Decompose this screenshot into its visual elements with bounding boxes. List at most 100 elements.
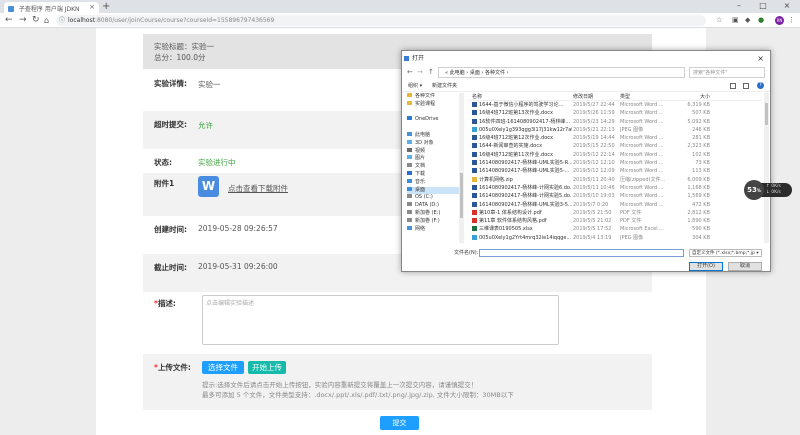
dialog-search-input[interactable]: 搜索"各种文件" xyxy=(689,67,765,78)
file-row[interactable]: 16级4班712班第13次作业.docx 2019/5/26 11:59 Micro… xyxy=(468,109,762,117)
file-list-scrollbar[interactable] xyxy=(764,93,769,243)
column-name[interactable]: 名称 xyxy=(472,93,572,101)
extension-icon[interactable]: ▣ xyxy=(732,16,739,25)
select-file-button[interactable]: 选择文件 xyxy=(202,361,244,374)
file-row[interactable]: 1614080902417-杨林峰-计网实验6.do... 2019/5/11 1… xyxy=(468,184,762,192)
nav-item[interactable]: 3D 对象 xyxy=(407,139,463,148)
open-button[interactable]: 打开(O) xyxy=(689,262,723,271)
nav-item[interactable]: 桌面 xyxy=(407,186,463,195)
file-row[interactable]: 1644-新闻审查的实施.docx 2019/5/15 22:50 Microsof… xyxy=(468,142,762,150)
submit-button[interactable]: 提交 xyxy=(380,416,419,430)
file-row[interactable]: 1614080902417-杨林峰-计网实验5.do... 2019/5/10 1… xyxy=(468,192,762,200)
network-speed-widget[interactable]: ↑ 0K/s ↓ 0K/s 53% xyxy=(744,180,800,200)
nav-item[interactable]: 此电脑 xyxy=(407,131,463,140)
file-row[interactable]: 16级4班712班第12次作业.docx 2019/5/19 14:44 Micro… xyxy=(468,134,762,142)
profile-avatar[interactable]: RN xyxy=(775,16,784,25)
dialog-close-icon[interactable]: × xyxy=(757,51,764,66)
nav-item[interactable]: DATA (D:) xyxy=(407,202,463,210)
dialog-path-bar[interactable]: « 此电脑 › 桌面 › 各种文件 › xyxy=(438,67,685,78)
filename-input[interactable] xyxy=(479,249,684,257)
file-row[interactable]: 1644-基于微信小程序的驾驶学习论... 2019/5/27 22:44 Micr… xyxy=(468,101,762,109)
start-upload-button[interactable]: 开始上传 xyxy=(248,361,286,374)
file-row[interactable]: 005u0Xely1g2Yrt4mrq32ie14iqqge... 2019/5/… xyxy=(468,234,762,242)
nav-item-icon xyxy=(407,147,412,152)
nav-item[interactable]: 各种文件 xyxy=(407,93,463,101)
tab-close-icon[interactable]: × xyxy=(89,3,95,11)
status-value: 实验进行中 xyxy=(198,158,236,167)
file-row[interactable]: 计算机网络.zip 2019/5/11 20:40 压缩(zipped)文件... 6… xyxy=(468,176,762,184)
preview-pane-icon[interactable] xyxy=(743,83,749,89)
file-row[interactable]: 第10章-1 体系结构设计.pdf 2019/5/5 21:50 PDF 文件 2,8… xyxy=(468,209,762,217)
address-bar[interactable]: ⓘ localhost:8080/user/joinCourse/course?… xyxy=(56,15,706,26)
window-close-icon[interactable]: × xyxy=(776,0,798,12)
nav-item[interactable]: 新加卷 (E:) xyxy=(407,209,463,218)
help-icon[interactable]: ? xyxy=(757,82,764,89)
file-name: 16级4班712班第11次作业.docx xyxy=(479,151,553,158)
browser-tab[interactable]: 子查程序 用户端 JDKN × xyxy=(4,2,99,13)
description-textarea[interactable]: 点击编辑实验描述 xyxy=(202,295,559,345)
filetype-select[interactable]: 自定义文件 (*.xlsx;*.bmp;*.jp ▾ xyxy=(689,249,762,257)
new-tab-icon[interactable]: + xyxy=(102,1,110,12)
forward-icon[interactable]: → xyxy=(19,14,27,27)
nav-item[interactable]: 图片 xyxy=(407,155,463,163)
home-icon[interactable]: ⌂ xyxy=(44,14,49,27)
dialog-back-icon[interactable]: ← xyxy=(407,67,413,78)
file-date: 2019/5/23 14:29 xyxy=(573,118,615,125)
nav-item[interactable]: 新加卷 (F:) xyxy=(407,217,463,226)
minimize-icon[interactable]: – xyxy=(728,0,750,12)
file-name-cell: 1614080902417-杨林峰-UML实验3-5... xyxy=(472,201,572,209)
file-row[interactable]: 1614080902417-杨林峰-UML实验3-5... 2019/5/7 0:… xyxy=(468,201,762,209)
view-options-icon[interactable] xyxy=(730,83,736,89)
column-type[interactable]: 类型 xyxy=(620,93,668,101)
nav-scrollbar[interactable] xyxy=(459,93,464,243)
nav-item[interactable]: 音乐 xyxy=(407,178,463,187)
dialog-up-icon[interactable]: ↑ xyxy=(428,67,434,78)
nav-item[interactable]: 文档 xyxy=(407,163,463,171)
nav-item-label: 实验课程 xyxy=(415,100,436,107)
column-date[interactable]: 修改日期 xyxy=(573,93,618,101)
cancel-button[interactable]: 取消 xyxy=(728,262,762,271)
menu-icon[interactable]: ⋮ xyxy=(788,16,795,25)
file-row[interactable]: 1614080902417-杨林峰-UML实验5-... 2019/5/12 12… xyxy=(468,167,762,175)
file-row[interactable]: 1614080902417-杨林峰-UML实验5-R... 2019/5/12 1… xyxy=(468,159,762,167)
column-size[interactable]: 大小 xyxy=(670,93,710,101)
dialog-forward-icon[interactable]: → xyxy=(417,67,423,78)
extension-icon[interactable]: ◆ xyxy=(745,16,750,25)
site-info-icon[interactable]: ⓘ xyxy=(59,15,65,26)
nav-item-icon xyxy=(407,186,412,191)
extension-icon[interactable]: ● xyxy=(758,16,764,25)
nav-item[interactable]: OneDrive xyxy=(407,116,463,124)
file-size: 304 KB xyxy=(692,234,710,241)
nav-scrollbar-thumb[interactable] xyxy=(460,173,463,218)
file-name: 1614080902417-杨林峰-UML实验5-R... xyxy=(479,160,572,167)
file-row[interactable]: 三维课表0190505.xlsx 2019/5/5 17:52 Microsoft … xyxy=(468,225,762,233)
nav-item[interactable]: 下载 xyxy=(407,170,463,179)
nav-item[interactable]: 实验课程 xyxy=(407,100,463,109)
word-file-icon xyxy=(472,118,477,124)
download-attachment-link[interactable]: 点击查看下载附件 xyxy=(228,183,288,194)
word-file-icon xyxy=(472,151,477,157)
word-file-icon[interactable]: W xyxy=(198,176,219,197)
file-row[interactable]: 第11章 软件体系结构风格.pdf 2019/5/5 21:02 PDF 文件 1,8… xyxy=(468,217,762,225)
browser-tab-bar: 子查程序 用户端 JDKN × + – □ × xyxy=(0,0,800,13)
file-list-scrollbar-thumb[interactable] xyxy=(765,103,768,125)
maximize-icon[interactable]: □ xyxy=(752,0,774,12)
bookmark-star-icon[interactable]: ☆ xyxy=(716,16,722,25)
description-label: *描述: xyxy=(154,298,190,309)
organize-menu[interactable]: 组织 ▾ xyxy=(408,80,422,92)
back-icon[interactable]: ← xyxy=(5,14,13,27)
file-name: 1644-新闻审查的实施.docx xyxy=(479,143,543,150)
deadline-label: 截止时间: xyxy=(154,263,187,272)
xls-file-icon xyxy=(472,226,477,232)
nav-item[interactable]: 网络 xyxy=(407,225,463,234)
upload-hint-line2: 最多可添加 5 个文件，文件类型支持：.docx/.ppt/.xls/.pdf/… xyxy=(202,391,514,399)
file-row[interactable]: 005u0Xely1g393qgg3l17j31kw12r7at... 2019/… xyxy=(468,126,762,134)
file-type: JPEG 图像 xyxy=(620,126,644,133)
file-row[interactable]: 16级4班712班第11次作业.docx 2019/5/12 22:14 Micro… xyxy=(468,151,762,159)
new-folder-button[interactable]: 新建文件夹 xyxy=(432,80,457,92)
nav-item[interactable]: OS (C:) xyxy=(407,194,463,202)
dialog-breadcrumb: « 此电脑 › 桌面 › 各种文件 › xyxy=(445,70,509,76)
reload-icon[interactable]: ↻ xyxy=(32,14,40,27)
file-row[interactable]: 16软件四班-1614080902417-杨林峰... 2019/5/23 14:… xyxy=(468,118,762,126)
nav-item-label: 3D 对象 xyxy=(415,139,434,146)
